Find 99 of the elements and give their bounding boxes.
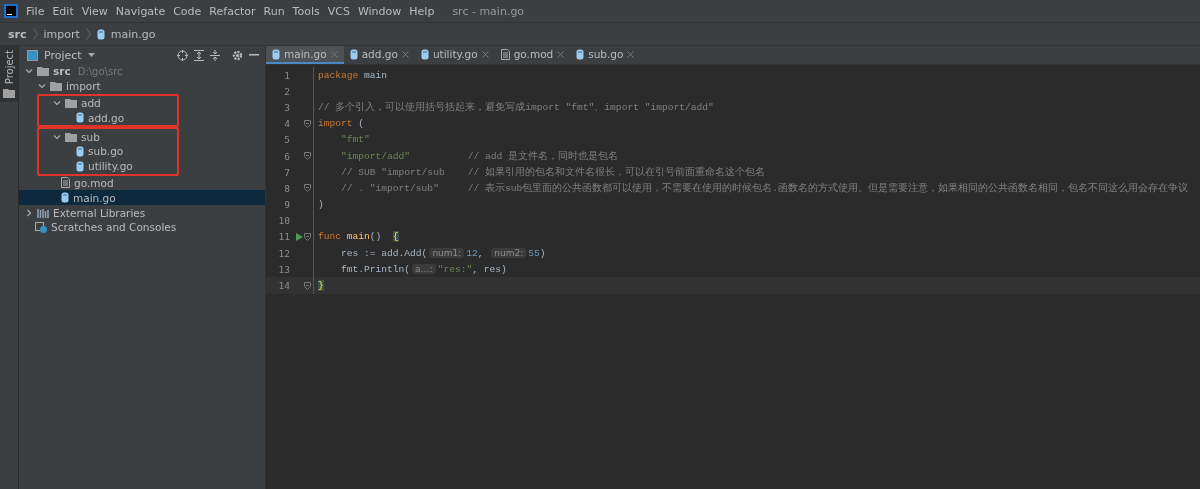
fold-icon[interactable] — [304, 232, 311, 241]
go-file-icon — [349, 48, 358, 60]
code-line: res := add.Add( num1: 12, num2: 55) — [340, 247, 546, 259]
folder-icon — [50, 81, 62, 92]
menu-item[interactable]: Code — [169, 4, 206, 18]
code-line: func main() { — [318, 231, 399, 243]
line-number: 12 — [277, 247, 290, 259]
tree-item[interactable]: import — [19, 78, 265, 94]
line-number: 5 — [283, 134, 290, 146]
tree-item[interactable]: add.go — [21, 110, 177, 126]
separator-icon — [85, 28, 91, 40]
code-line: fmt.Println( a…: "res:", res) — [340, 263, 507, 275]
app-logo-icon — [4, 4, 18, 18]
code-line: // 多个引入，可以使用括号括起来，避免写成import "fmt"、import "import/add" — [318, 100, 714, 114]
run-icon[interactable] — [296, 232, 303, 241]
menu-item[interactable]: Edit — [48, 4, 78, 18]
editor-tab[interactable]: add.go — [343, 46, 415, 64]
fold-icon[interactable] — [304, 152, 311, 161]
tree-item[interactable]: utility.go — [21, 158, 177, 174]
line-number: 13 — [277, 263, 290, 275]
tree-item[interactable]: Scratches and Consoles — [19, 219, 265, 235]
close-icon[interactable] — [627, 50, 635, 58]
chevron-right-icon[interactable] — [25, 208, 33, 217]
folder-icon — [3, 88, 15, 99]
go-file-icon — [576, 48, 585, 60]
go-file-icon — [61, 192, 69, 204]
menu-item[interactable]: View — [77, 4, 112, 18]
fold-icon[interactable] — [304, 281, 311, 290]
go-file-icon — [96, 28, 105, 40]
file-icon — [500, 48, 510, 60]
tree-item[interactable]: add — [21, 95, 177, 111]
line-number: 2 — [283, 85, 290, 97]
breadcrumb-item[interactable]: main.go — [110, 27, 156, 41]
menu-item[interactable]: File — [22, 4, 49, 18]
menu-item[interactable]: Navigate — [111, 4, 170, 18]
editor-tab[interactable]: utility.go — [414, 46, 495, 64]
go-file-icon — [76, 145, 84, 157]
menu-item[interactable]: Tools — [288, 4, 324, 18]
menu-item[interactable]: Window — [353, 4, 406, 18]
path-text: D:\go\src — [77, 65, 123, 77]
project-side-tab[interactable]: Project — [0, 46, 18, 103]
locate-icon[interactable] — [177, 49, 188, 61]
editor-tab[interactable]: go.mod — [494, 46, 571, 64]
code-line: ) — [318, 199, 324, 211]
line-number: 7 — [283, 166, 290, 178]
go-file-icon — [76, 160, 84, 172]
window-title: src - main.go — [452, 4, 525, 18]
close-icon[interactable] — [481, 50, 489, 58]
go-file-icon — [76, 112, 84, 124]
panel-title[interactable]: Project — [44, 48, 82, 62]
tree-item[interactable]: External Libraries — [19, 205, 265, 220]
line-number: 4 — [283, 118, 290, 130]
breadcrumb-item[interactable]: src — [8, 27, 27, 41]
line-number: 1 — [283, 69, 290, 81]
code-line: import ( — [318, 118, 365, 130]
editor-tab[interactable]: main.go — [266, 46, 344, 64]
tree-item[interactable]: sub.go — [21, 144, 177, 159]
go-file-icon — [420, 48, 429, 60]
tree-item[interactable]: sub — [21, 129, 177, 144]
menu-item[interactable]: VCS — [323, 4, 354, 18]
line-number: 9 — [283, 199, 290, 211]
minimize-icon[interactable] — [249, 54, 259, 56]
line-number: 6 — [283, 150, 290, 162]
breadcrumb-item[interactable]: import — [43, 27, 80, 41]
code-line: "import/add" // add 是文件名，同时也是包名 — [340, 149, 618, 163]
chevron-down-icon[interactable] — [53, 132, 61, 141]
code-line: // . "import/sub" // 表示sub包里面的公共函数都可以使用，不需要在使用的时候包名.函数名的方式使用。但是需要注意，如果相同的公共函数名相同，包名不同这么用会存在争议 — [340, 181, 1188, 195]
separator-icon — [32, 28, 38, 40]
folder-icon — [37, 66, 49, 77]
close-icon[interactable] — [401, 50, 409, 58]
code-line: // SUB "import/sub // 如果引用的包名和文件名很长，可以在引号前面重命名这个包名 — [340, 165, 765, 179]
menu-item[interactable]: Run — [259, 4, 289, 18]
line-number: 8 — [283, 182, 290, 194]
line-number: 11 — [277, 231, 290, 243]
library-icon — [37, 207, 49, 218]
menu-item[interactable]: Refactor — [205, 4, 260, 18]
dropdown-icon[interactable] — [87, 53, 95, 57]
settings-icon[interactable] — [232, 49, 243, 61]
scratch-icon — [35, 221, 47, 233]
folder-icon — [65, 98, 77, 108]
line-number: 14 — [277, 280, 290, 292]
menu-item[interactable]: Help — [405, 4, 439, 18]
line-number: 10 — [277, 215, 290, 227]
tree-item[interactable]: src D:\go\src — [19, 64, 265, 79]
folder-icon — [65, 131, 77, 142]
editor-tab[interactable]: sub.go — [570, 46, 641, 64]
fold-icon[interactable] — [304, 184, 311, 193]
expand-all-icon[interactable] — [194, 49, 204, 61]
panel-icon — [27, 49, 38, 61]
code-line: "fmt" — [340, 134, 370, 146]
tree-item[interactable]: go.mod — [19, 175, 265, 191]
file-icon — [61, 177, 70, 189]
close-icon[interactable] — [557, 50, 565, 58]
collapse-all-icon[interactable] — [210, 49, 220, 61]
line-number: 3 — [283, 101, 290, 113]
fold-icon[interactable] — [304, 119, 311, 128]
go-file-icon — [272, 48, 280, 60]
tree-item[interactable]: main.go — [19, 190, 265, 206]
code-line: package main — [318, 69, 388, 81]
